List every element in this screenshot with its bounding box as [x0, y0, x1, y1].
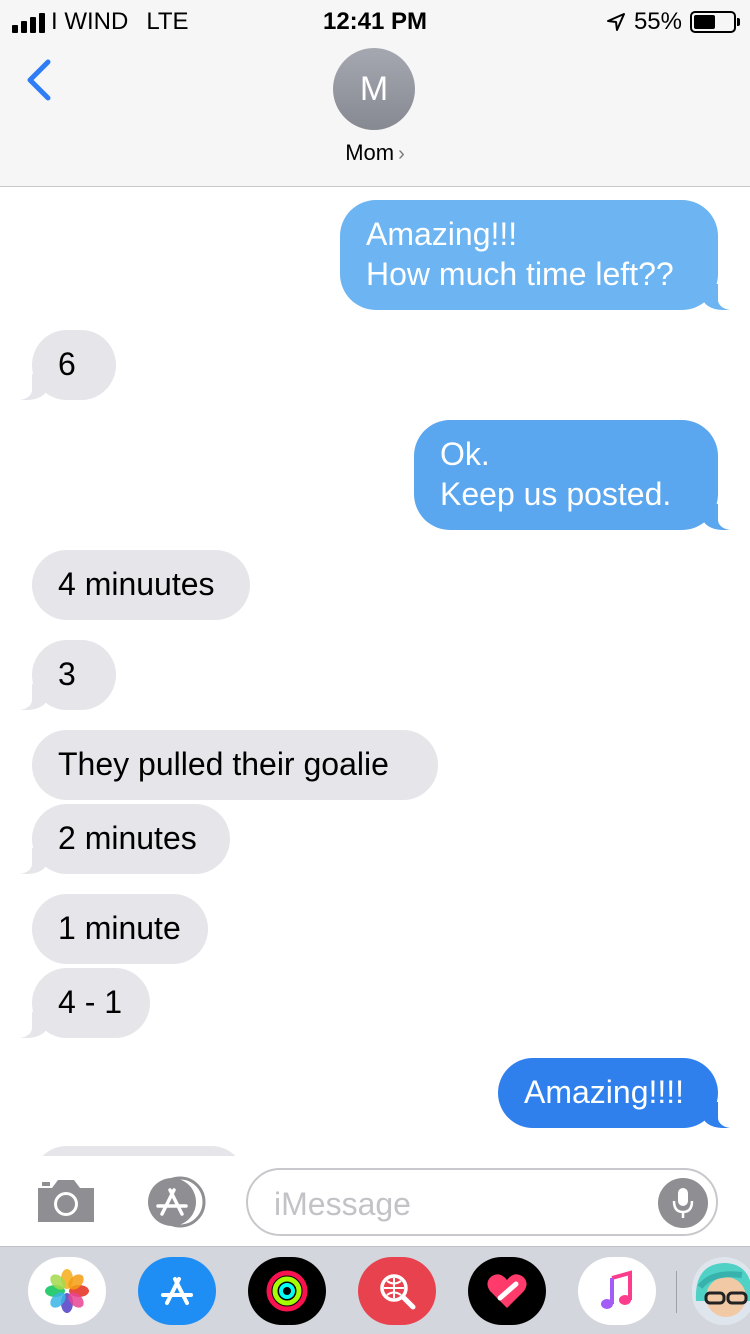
app-store-button-icon[interactable]	[140, 1176, 210, 1228]
message-bubble-incoming[interactable]: They pulled their goalie	[32, 730, 438, 800]
message-text: Keep us posted.	[440, 476, 672, 512]
battery-icon	[690, 11, 740, 33]
message-text: They pulled their goalie	[58, 746, 389, 782]
activity-icon[interactable]	[248, 1257, 326, 1325]
message-bubble-outgoing[interactable]: Amazing!!! How much time left??	[340, 200, 744, 310]
message-text: 4 - 1	[58, 984, 123, 1020]
app-store-icon[interactable]	[138, 1257, 216, 1325]
photos-app-icon[interactable]	[28, 1257, 106, 1325]
message-bubble-incoming[interactable]: 4 minuutes	[32, 550, 250, 620]
message-thread[interactable]: Amazing!!! How much time left?? 6 Ok. Ke…	[0, 188, 750, 1156]
message-text: Amazing!!!	[366, 216, 518, 252]
message-text: Amazing!!!!	[524, 1074, 685, 1110]
contact-name-button[interactable]: Mom ›	[0, 140, 750, 166]
message-bubble-incoming[interactable]: 1 minute	[32, 894, 208, 964]
message-input-placeholder: iMessage	[274, 1186, 411, 1222]
avatar-initial: M	[359, 69, 389, 108]
back-chevron-icon[interactable]	[22, 58, 56, 102]
chevron-right-icon: ›	[398, 143, 405, 165]
music-icon[interactable]	[578, 1257, 656, 1325]
message-bubble-incoming[interactable]: 6	[6, 330, 116, 400]
contact-name: Mom	[345, 140, 395, 165]
message-text: 2 minutes	[58, 820, 197, 856]
conversation-header: M Mom ›	[0, 40, 750, 187]
memoji-icon[interactable]	[692, 1257, 750, 1325]
message-bubble-incoming[interactable]: 4 - 1	[6, 968, 150, 1038]
digital-touch-icon[interactable]	[468, 1257, 546, 1325]
imessage-app-drawer	[0, 1246, 750, 1334]
compose-bar: iMessage	[0, 1158, 750, 1246]
message-bubble-incoming-partial[interactable]	[32, 1146, 246, 1156]
battery-fill	[694, 15, 715, 29]
message-input[interactable]: iMessage	[246, 1168, 718, 1236]
app-drawer-divider	[676, 1271, 677, 1313]
location-arrow-icon	[606, 13, 625, 31]
message-text: 3	[58, 656, 76, 692]
message-text: 4 minuutes	[58, 566, 215, 602]
message-bubble-outgoing[interactable]: Amazing!!!!	[498, 1058, 744, 1128]
message-bubble-outgoing[interactable]: Ok. Keep us posted.	[414, 420, 744, 530]
camera-icon[interactable]	[34, 1178, 98, 1224]
microphone-icon[interactable]	[658, 1178, 708, 1228]
search-images-icon[interactable]	[358, 1257, 436, 1325]
message-bubble-incoming[interactable]: 2 minutes	[6, 804, 230, 874]
battery-percent: 55%	[633, 8, 682, 35]
message-text: How much time left??	[366, 256, 674, 292]
message-text: 6	[58, 346, 76, 382]
message-bubble-incoming[interactable]: 3	[6, 640, 116, 710]
status-bar: I WIND LTE 12:41 PM 55%	[0, 0, 750, 40]
contact-avatar[interactable]: M	[333, 48, 415, 130]
message-text: 1 minute	[58, 910, 181, 946]
message-text: Ok.	[440, 436, 490, 472]
status-right: 55%	[606, 8, 740, 36]
